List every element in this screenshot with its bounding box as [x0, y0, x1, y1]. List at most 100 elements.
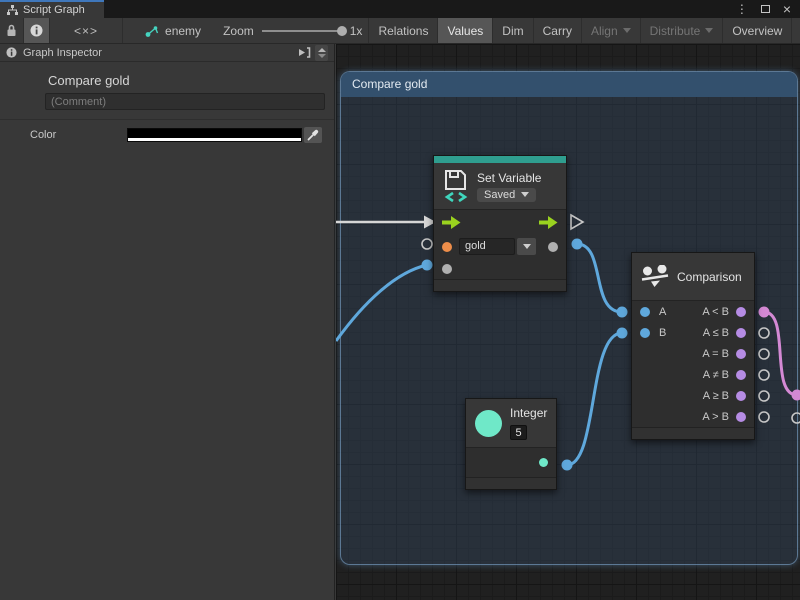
graph-title: Compare gold	[48, 73, 334, 88]
values-toggle[interactable]: Values	[438, 18, 493, 43]
value-output-port[interactable]	[548, 242, 558, 252]
window-menu-icon[interactable]: ⋮	[736, 3, 748, 15]
output-ge-port[interactable]	[736, 391, 746, 401]
node-title: Set Variable	[477, 171, 541, 185]
output-lt-port[interactable]	[736, 307, 746, 317]
comment-input[interactable]	[45, 93, 325, 110]
code-icon: <×>	[74, 24, 98, 38]
input-a-port[interactable]	[640, 307, 650, 317]
comparison-row: A ≠ B	[632, 364, 754, 385]
output-ne-label: A ≠ B	[703, 369, 729, 381]
zoom-label: Zoom	[223, 24, 254, 38]
eyedropper-icon	[307, 129, 319, 141]
inspector-toggle-button[interactable]	[24, 18, 50, 43]
save-variable-icon	[443, 169, 469, 203]
output-gt-port[interactable]	[736, 412, 746, 422]
distribute-label: Distribute	[650, 24, 701, 38]
inspector-scroll-stepper[interactable]	[315, 45, 328, 61]
toolbar-toggles: Relations Values Dim Carry Align Distrib…	[368, 18, 800, 43]
graph-hierarchy-icon	[7, 5, 18, 15]
output-gt-label: A > B	[702, 411, 729, 423]
comparison-row: A = B	[632, 343, 754, 364]
tab-bar: Script Graph ⋮ ×	[0, 0, 800, 18]
graph-toolbar: <×> enemy Zoom 1x Relations Values Dim C…	[0, 18, 800, 44]
output-ge-label: A ≥ B	[703, 390, 729, 402]
node-integer[interactable]: Integer 5	[465, 398, 557, 490]
node-footer	[434, 279, 566, 291]
align-label: Align	[591, 24, 618, 38]
variable-name-select[interactable]: gold	[459, 238, 515, 255]
node-title: Integer	[510, 406, 547, 420]
inspector-tools	[298, 45, 328, 61]
zoom-slider[interactable]	[262, 30, 342, 32]
output-eq: A = B	[702, 348, 746, 360]
flow-output-port[interactable]	[539, 216, 558, 229]
output-ne-port[interactable]	[736, 370, 746, 380]
tab-title: Script Graph	[23, 4, 85, 16]
integer-header-text: Integer 5	[510, 406, 547, 440]
output-le: A ≤ B	[703, 327, 746, 339]
tab-script-graph[interactable]: Script Graph	[0, 0, 104, 18]
output-lt: A < B	[702, 306, 746, 318]
chevron-down-icon	[318, 54, 326, 58]
flow-ports-row	[434, 210, 566, 234]
input-b-label: B	[659, 327, 666, 339]
graph-name-label: enemy	[165, 24, 201, 38]
output-ne: A ≠ B	[703, 369, 746, 381]
dim-toggle[interactable]: Dim	[493, 18, 533, 43]
close-icon[interactable]: ×	[783, 2, 791, 16]
group-header[interactable]: Compare gold	[341, 72, 797, 97]
inspector-header: Graph Inspector	[0, 44, 334, 62]
value-input-port[interactable]	[442, 264, 452, 274]
value-input-row	[434, 259, 566, 279]
graph-canvas[interactable]: Compare gold	[336, 44, 800, 600]
align-dropdown[interactable]: Align	[582, 18, 641, 43]
flow-input-port[interactable]	[442, 216, 461, 229]
chevron-down-icon	[623, 28, 631, 33]
variable-name-caret-button[interactable]	[517, 238, 536, 255]
integer-header: Integer 5	[466, 399, 556, 448]
lock-button[interactable]	[0, 18, 24, 43]
maximize-icon[interactable]	[761, 5, 770, 13]
source-code-button[interactable]: <×>	[50, 18, 123, 43]
node-set-variable[interactable]: Set Variable Saved gold	[433, 155, 567, 292]
input-b: B	[640, 327, 666, 339]
output-ge: A ≥ B	[703, 390, 746, 402]
comparison-row: A A < B	[632, 301, 754, 322]
input-a-label: A	[659, 306, 666, 318]
relations-toggle[interactable]: Relations	[369, 18, 438, 43]
zoom-slider-handle[interactable]	[337, 26, 347, 36]
chevron-up-icon	[318, 48, 326, 52]
fullscreen-button[interactable]: Full Screen	[792, 18, 800, 43]
eyedropper-button[interactable]	[304, 127, 322, 143]
window-controls: ⋮ ×	[736, 0, 800, 18]
lock-icon	[6, 24, 17, 37]
integer-output-port[interactable]	[539, 458, 548, 467]
dock-panel-icon[interactable]	[298, 47, 311, 58]
integer-type-icon	[475, 410, 502, 437]
comparison-row: A ≥ B	[632, 385, 754, 406]
chevron-down-icon	[521, 192, 529, 197]
integer-output-row	[466, 448, 556, 477]
integer-value-field[interactable]: 5	[510, 425, 527, 440]
scope-value: Saved	[484, 189, 515, 201]
comparison-row: B A ≤ B	[632, 322, 754, 343]
overview-button[interactable]: Overview	[723, 18, 792, 43]
distribute-dropdown[interactable]: Distribute	[641, 18, 724, 43]
string-input-port[interactable]	[442, 242, 452, 252]
node-title: Comparison	[677, 270, 742, 284]
input-b-port[interactable]	[640, 328, 650, 338]
color-swatch[interactable]	[127, 128, 302, 142]
node-comparison[interactable]: Comparison A A < B B A ≤ B	[631, 252, 755, 440]
variable-scope-dropdown[interactable]: Saved	[477, 188, 536, 202]
node-accent-strip	[434, 156, 566, 163]
graph-inspector-panel: Graph Inspector Compare gold Color	[0, 44, 335, 600]
script-graph-window: Script Graph ⋮ × <×>	[0, 0, 800, 600]
carry-toggle[interactable]: Carry	[534, 18, 582, 43]
graph-breadcrumb[interactable]: enemy	[123, 18, 217, 43]
comparison-header: Comparison	[632, 253, 754, 301]
output-eq-port[interactable]	[736, 349, 746, 359]
color-field-row: Color	[30, 127, 322, 143]
output-le-port[interactable]	[736, 328, 746, 338]
output-eq-label: A = B	[702, 348, 729, 360]
